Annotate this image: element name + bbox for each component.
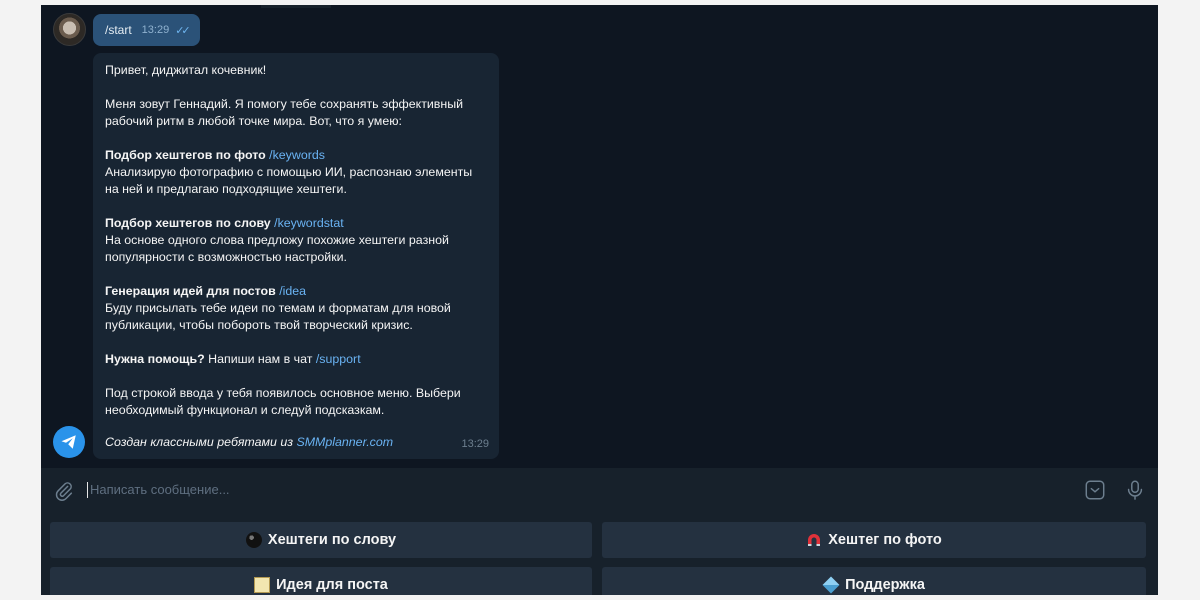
outgoing-message-time: 13:29 <box>141 24 170 36</box>
attach-icon[interactable] <box>53 480 75 502</box>
footer-text: Создан классными ребятами из <box>105 435 293 449</box>
support-button[interactable]: Поддержка <box>602 567 1146 595</box>
paper-plane-icon <box>61 435 76 449</box>
outgoing-message-text: /start <box>105 23 132 37</box>
menu-note: Под строкой ввода у тебя появилось основ… <box>105 386 461 417</box>
feature-title: Подбор хештегов по слову <box>105 216 271 230</box>
message-input[interactable]: Написать сообщение... <box>90 482 230 497</box>
button-label: Хештег по фото <box>828 532 942 548</box>
bot-avatar[interactable] <box>53 426 85 458</box>
incoming-message-time: 13:29 <box>461 438 489 450</box>
text-caret <box>87 482 88 498</box>
microphone-icon[interactable] <box>1124 478 1146 502</box>
greeting-text: Привет, диджитал кочевник! <box>105 63 267 77</box>
outgoing-message[interactable]: /start 13:29 ✓✓ <box>93 14 200 46</box>
command-link-keywordstat[interactable]: /keywordstat <box>274 216 344 230</box>
help-text: Напиши нам в чат <box>208 352 313 366</box>
memo-icon <box>254 577 271 593</box>
smmplanner-link[interactable]: SMMplanner.com <box>296 435 393 449</box>
feature-description: На основе одного слова предложу похожие … <box>105 233 449 264</box>
top-edge <box>261 5 331 8</box>
message-input-bar: Написать сообщение... <box>41 468 1158 512</box>
telegram-chat-window: /start 13:29 ✓✓ Привет, диджитал кочевни… <box>41 5 1158 595</box>
magnet-icon <box>808 534 821 546</box>
help-bold-text: Нужна помощь? <box>105 352 205 366</box>
bot-keyboard: Хештеги по слову Хештег по фото Идея для… <box>41 512 1158 595</box>
feature-block: Подбор хештегов по фото /keywords Анализ… <box>105 147 487 198</box>
feature-description: Буду присылать тебе идеи по темам и форм… <box>105 301 451 332</box>
command-link-idea[interactable]: /idea <box>279 284 306 298</box>
billiard-ball-icon <box>245 532 262 548</box>
command-link-support[interactable]: /support <box>316 352 361 366</box>
button-label: Хештеги по слову <box>267 532 397 548</box>
package-icon <box>822 576 840 594</box>
double-check-icon: ✓✓ <box>175 24 191 37</box>
command-link-keywords[interactable]: /keywords <box>269 148 325 162</box>
feature-title: Генерация идей для постов <box>105 284 276 298</box>
button-label: Идея для поста <box>276 577 388 593</box>
help-line: Нужна помощь? Напиши нам в чат /support <box>105 351 487 368</box>
button-label: Поддержка <box>845 577 925 593</box>
post-idea-button[interactable]: Идея для поста <box>50 567 592 595</box>
photo-hashtag-button[interactable]: Хештег по фото <box>602 522 1146 558</box>
sticker-emoji-icon[interactable] <box>1084 479 1106 501</box>
intro-text: Меня зовут Геннадий. Я помогу тебе сохра… <box>105 97 464 128</box>
incoming-message[interactable]: Привет, диджитал кочевник! Меня зовут Ге… <box>93 53 499 459</box>
keyword-hashtags-button[interactable]: Хештеги по слову <box>50 522 592 558</box>
feature-block: Генерация идей для постов /idea Буду при… <box>105 283 487 334</box>
footer-line: Создан классными ребятами из SMMplanner.… <box>105 434 487 451</box>
feature-description: Анализирую фотографию с помощью ИИ, расп… <box>105 165 473 196</box>
user-avatar[interactable] <box>53 13 86 46</box>
feature-title: Подбор хештегов по фото <box>105 148 266 162</box>
feature-block: Подбор хештегов по слову /keywordstat На… <box>105 215 487 266</box>
